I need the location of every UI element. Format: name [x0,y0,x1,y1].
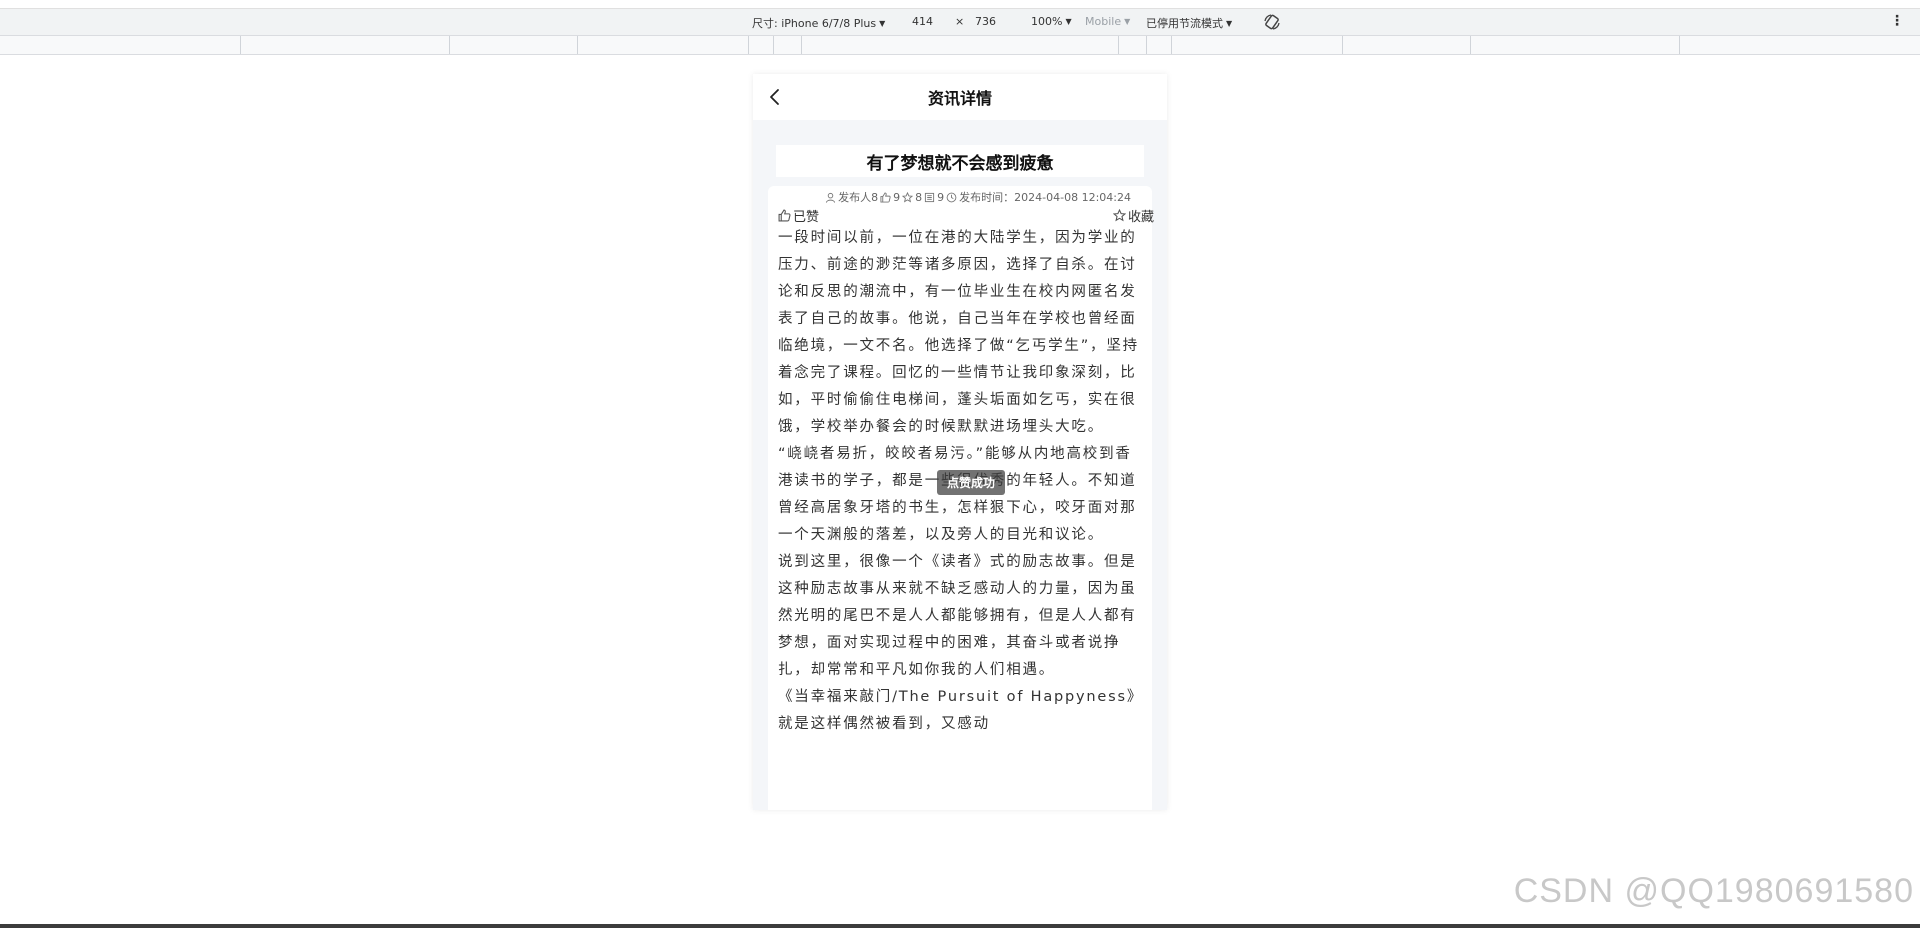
nav-bar: 资讯详情 [753,74,1167,120]
star-icon [1112,209,1126,222]
article-paragraph: 一段时间以前，一位在港的大陆学生，因为学业的压力、前途的渺茫等诸多原因，选择了自… [778,230,1139,435]
favorite-button[interactable]: 收藏 [1112,206,1154,225]
ruler-mark [748,36,749,54]
ruler-mark [449,36,450,54]
chevron-down-icon: ▼ [1226,19,1233,28]
ruler-mark [1118,36,1119,54]
rotate-icon[interactable] [1262,12,1282,32]
document-icon [925,192,935,202]
ruler-mark [773,36,774,54]
throttle-label: 已停用节流模式 [1146,17,1223,30]
device-select-label: 尺寸: iPhone 6/7/8 Plus [752,17,877,30]
throttle-select[interactable]: 已停用节流模式 ▼ [1146,15,1232,31]
device-toolbar: 尺寸: iPhone 6/7/8 Plus ▼ 414 × 736 100% ▼ M… [0,8,1920,36]
star-icon [902,191,914,202]
ruler-mark [577,36,578,54]
page-title: 资讯详情 [927,89,992,108]
article-paragraph: 《当幸福来敲门/The Pursuit of Happyness》就是这样偶然被… [778,689,1144,732]
publisher-label: 发布人8 [838,191,879,204]
ruler-mark [1146,36,1147,54]
device-type-label: Mobile [1085,15,1122,28]
bottom-border [0,924,1920,928]
chevron-down-icon: ▼ [1065,17,1072,26]
favorite-label: 收藏 [1127,210,1154,225]
title-card: 有了梦想就不会感到疲惫 [776,145,1144,177]
article-paragraph: 说到这里，很像一个《读者》式的励志故事。但是这种励志故事从来就不缺乏感动人的力量… [778,554,1137,678]
ruler-mark [1679,36,1680,54]
toast-message: 点赞成功 [937,470,1006,495]
like-label: 已赞 [793,210,820,225]
media-query-ruler [0,36,1920,55]
favorites-count: 8 [915,190,923,204]
chevron-down-icon: ▼ [1124,17,1131,26]
ruler-mark [1171,36,1172,54]
like-button[interactable]: 已赞 [778,206,819,225]
thumbs-up-icon [778,209,791,222]
user-icon [826,192,836,203]
zoom-select[interactable]: 100% ▼ [1031,15,1072,28]
ruler-mark [240,36,241,54]
ruler-mark [1470,36,1471,54]
times-sign: × [955,15,965,28]
article-meta: 发布人8 9 8 9 发布时间：2024-04-08 12:04:24 [825,189,1131,205]
height-input[interactable]: 736 [975,15,996,28]
device-select[interactable]: 尺寸: iPhone 6/7/8 Plus ▼ [752,15,885,31]
chevron-down-icon: ▼ [879,19,886,28]
back-arrow-icon[interactable] [765,87,785,107]
publish-time: 发布时间：2024-04-08 12:04:24 [959,191,1131,204]
article-title: 有了梦想就不会感到疲惫 [866,153,1054,174]
article-paragraph: “峣峣者易折，皎皎者易污。”能够从内地高校到香港读书的学子，都是一些很优秀的年轻… [778,446,1137,543]
thumbs-up-icon [880,191,891,203]
more-options-icon[interactable]: ⋮ [1890,14,1904,28]
clock-icon [946,192,957,202]
views-count: 9 [937,190,945,204]
device-type-select[interactable]: Mobile ▼ [1085,15,1130,28]
phone-viewport: 资讯详情 有了梦想就不会感到疲惫 发布人8 9 8 9 发布时间：2024-04… [753,74,1167,810]
ruler-mark [801,36,802,54]
content-area: 有了梦想就不会感到疲惫 发布人8 9 8 9 发布时间：2024-04-08 1… [753,120,1167,810]
article-actions: 已赞 收藏 [778,206,1154,225]
article-card: 发布人8 9 8 9 发布时间：2024-04-08 12:04:24 已赞 收… [768,186,1154,810]
width-input[interactable]: 414 [912,15,933,28]
zoom-label: 100% [1031,15,1063,28]
likes-count: 9 [893,190,901,204]
ruler-mark [1342,36,1343,54]
watermark: CSDN @QQ1980691580 [1513,872,1914,910]
